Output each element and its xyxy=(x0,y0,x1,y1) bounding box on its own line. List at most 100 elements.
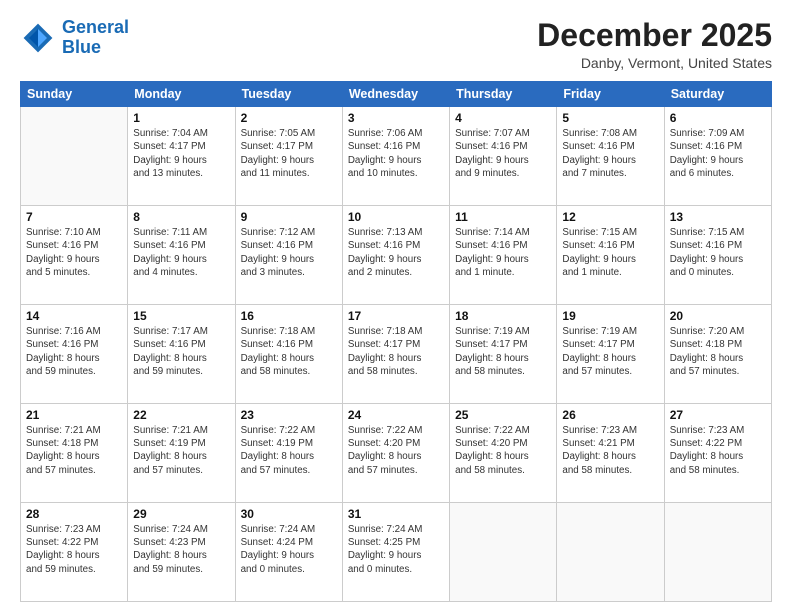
calendar-header-row: Sunday Monday Tuesday Wednesday Thursday… xyxy=(21,82,772,107)
calendar-cell: 26 Sunrise: 7:23 AM Sunset: 4:21 PM Dayli… xyxy=(557,404,664,503)
calendar-cell: 19 Sunrise: 7:19 AM Sunset: 4:17 PM Dayli… xyxy=(557,305,664,404)
cell-info: Sunrise: 7:22 AM Sunset: 4:20 PM Dayligh… xyxy=(348,424,444,477)
cell-info: Sunrise: 7:16 AM Sunset: 4:16 PM Dayligh… xyxy=(26,325,122,378)
calendar-cell: 1Sunrise: 7:04 AM Sunset: 4:17 PM Daylig… xyxy=(128,107,235,206)
cell-info: Sunrise: 7:23 AM Sunset: 4:22 PM Dayligh… xyxy=(26,523,122,576)
day-number: 9 xyxy=(241,210,337,224)
header-thursday: Thursday xyxy=(450,82,557,107)
cell-info: Sunrise: 7:23 AM Sunset: 4:21 PM Dayligh… xyxy=(562,424,658,477)
cell-info: Sunrise: 7:12 AM Sunset: 4:16 PM Dayligh… xyxy=(241,226,337,279)
calendar-cell: 15 Sunrise: 7:17 AM Sunset: 4:16 PM Dayli… xyxy=(128,305,235,404)
calendar-cell xyxy=(557,503,664,602)
calendar-cell: 11 Sunrise: 7:14 AM Sunset: 4:16 PM Dayli… xyxy=(450,206,557,305)
cell-info: Sunrise: 7:08 AM Sunset: 4:16 PM Dayligh… xyxy=(562,127,658,180)
calendar-cell: 6 Sunrise: 7:09 AM Sunset: 4:16 PM Daylig… xyxy=(664,107,771,206)
calendar-week-4: 21 Sunrise: 7:21 AM Sunset: 4:18 PM Dayli… xyxy=(21,404,772,503)
calendar-cell: 25 Sunrise: 7:22 AM Sunset: 4:20 PM Dayli… xyxy=(450,404,557,503)
day-number: 7 xyxy=(26,210,122,224)
cell-info: Sunrise: 7:22 AM Sunset: 4:20 PM Dayligh… xyxy=(455,424,551,477)
location: Danby, Vermont, United States xyxy=(537,55,772,71)
cell-info: Sunrise: 7:17 AM Sunset: 4:16 PM Dayligh… xyxy=(133,325,229,378)
cell-info: Sunrise: 7:21 AM Sunset: 4:19 PM Dayligh… xyxy=(133,424,229,477)
calendar-week-5: 28 Sunrise: 7:23 AM Sunset: 4:22 PM Dayli… xyxy=(21,503,772,602)
calendar-cell xyxy=(21,107,128,206)
day-number: 23 xyxy=(241,408,337,422)
day-number: 11 xyxy=(455,210,551,224)
logo: General Blue xyxy=(20,18,129,58)
calendar-cell: 29 Sunrise: 7:24 AM Sunset: 4:23 PM Dayli… xyxy=(128,503,235,602)
cell-info: Sunrise: 7:23 AM Sunset: 4:22 PM Dayligh… xyxy=(670,424,766,477)
calendar-week-3: 14 Sunrise: 7:16 AM Sunset: 4:16 PM Dayli… xyxy=(21,305,772,404)
calendar-cell: 23 Sunrise: 7:22 AM Sunset: 4:19 PM Dayli… xyxy=(235,404,342,503)
calendar-cell: 31Sunrise: 7:24 AM Sunset: 4:25 PM Dayli… xyxy=(342,503,449,602)
day-number: 18 xyxy=(455,309,551,323)
calendar-cell: 14 Sunrise: 7:16 AM Sunset: 4:16 PM Dayli… xyxy=(21,305,128,404)
calendar: Sunday Monday Tuesday Wednesday Thursday… xyxy=(20,81,772,602)
header-monday: Monday xyxy=(128,82,235,107)
calendar-cell: 5 Sunrise: 7:08 AM Sunset: 4:16 PM Daylig… xyxy=(557,107,664,206)
calendar-cell: 20Sunrise: 7:20 AM Sunset: 4:18 PM Dayli… xyxy=(664,305,771,404)
day-number: 17 xyxy=(348,309,444,323)
cell-info: Sunrise: 7:20 AM Sunset: 4:18 PM Dayligh… xyxy=(670,325,766,378)
day-number: 25 xyxy=(455,408,551,422)
calendar-cell: 3Sunrise: 7:06 AM Sunset: 4:16 PM Daylig… xyxy=(342,107,449,206)
cell-info: Sunrise: 7:14 AM Sunset: 4:16 PM Dayligh… xyxy=(455,226,551,279)
cell-info: Sunrise: 7:09 AM Sunset: 4:16 PM Dayligh… xyxy=(670,127,766,180)
page: General Blue December 2025 Danby, Vermon… xyxy=(0,0,792,612)
title-block: December 2025 Danby, Vermont, United Sta… xyxy=(537,18,772,71)
header-saturday: Saturday xyxy=(664,82,771,107)
cell-info: Sunrise: 7:15 AM Sunset: 4:16 PM Dayligh… xyxy=(562,226,658,279)
cell-info: Sunrise: 7:06 AM Sunset: 4:16 PM Dayligh… xyxy=(348,127,444,180)
day-number: 15 xyxy=(133,309,229,323)
calendar-cell: 27Sunrise: 7:23 AM Sunset: 4:22 PM Dayli… xyxy=(664,404,771,503)
cell-info: Sunrise: 7:11 AM Sunset: 4:16 PM Dayligh… xyxy=(133,226,229,279)
day-number: 19 xyxy=(562,309,658,323)
cell-info: Sunrise: 7:18 AM Sunset: 4:17 PM Dayligh… xyxy=(348,325,444,378)
cell-info: Sunrise: 7:18 AM Sunset: 4:16 PM Dayligh… xyxy=(241,325,337,378)
logo-text: General Blue xyxy=(62,18,129,58)
day-number: 13 xyxy=(670,210,766,224)
day-number: 1 xyxy=(133,111,229,125)
calendar-cell: 21 Sunrise: 7:21 AM Sunset: 4:18 PM Dayli… xyxy=(21,404,128,503)
cell-info: Sunrise: 7:21 AM Sunset: 4:18 PM Dayligh… xyxy=(26,424,122,477)
calendar-cell: 9 Sunrise: 7:12 AM Sunset: 4:16 PM Daylig… xyxy=(235,206,342,305)
day-number: 16 xyxy=(241,309,337,323)
day-number: 28 xyxy=(26,507,122,521)
month-title: December 2025 xyxy=(537,18,772,53)
day-number: 31 xyxy=(348,507,444,521)
day-number: 8 xyxy=(133,210,229,224)
logo-icon xyxy=(20,20,56,56)
day-number: 29 xyxy=(133,507,229,521)
cell-info: Sunrise: 7:19 AM Sunset: 4:17 PM Dayligh… xyxy=(562,325,658,378)
calendar-cell: 7 Sunrise: 7:10 AM Sunset: 4:16 PM Daylig… xyxy=(21,206,128,305)
calendar-cell: 17 Sunrise: 7:18 AM Sunset: 4:17 PM Dayli… xyxy=(342,305,449,404)
cell-info: Sunrise: 7:05 AM Sunset: 4:17 PM Dayligh… xyxy=(241,127,337,180)
logo-blue: Blue xyxy=(62,37,101,57)
calendar-cell: 16 Sunrise: 7:18 AM Sunset: 4:16 PM Dayli… xyxy=(235,305,342,404)
day-number: 30 xyxy=(241,507,337,521)
day-number: 14 xyxy=(26,309,122,323)
calendar-cell: 2 Sunrise: 7:05 AM Sunset: 4:17 PM Daylig… xyxy=(235,107,342,206)
logo-general: General xyxy=(62,17,129,37)
day-number: 24 xyxy=(348,408,444,422)
day-number: 6 xyxy=(670,111,766,125)
day-number: 2 xyxy=(241,111,337,125)
header-sunday: Sunday xyxy=(21,82,128,107)
calendar-cell: 12 Sunrise: 7:15 AM Sunset: 4:16 PM Dayli… xyxy=(557,206,664,305)
day-number: 26 xyxy=(562,408,658,422)
calendar-week-2: 7 Sunrise: 7:10 AM Sunset: 4:16 PM Daylig… xyxy=(21,206,772,305)
calendar-cell xyxy=(450,503,557,602)
cell-info: Sunrise: 7:24 AM Sunset: 4:23 PM Dayligh… xyxy=(133,523,229,576)
day-number: 5 xyxy=(562,111,658,125)
calendar-cell: 30 Sunrise: 7:24 AM Sunset: 4:24 PM Dayli… xyxy=(235,503,342,602)
day-number: 12 xyxy=(562,210,658,224)
header-friday: Friday xyxy=(557,82,664,107)
cell-info: Sunrise: 7:24 AM Sunset: 4:24 PM Dayligh… xyxy=(241,523,337,576)
cell-info: Sunrise: 7:19 AM Sunset: 4:17 PM Dayligh… xyxy=(455,325,551,378)
day-number: 21 xyxy=(26,408,122,422)
calendar-week-1: 1Sunrise: 7:04 AM Sunset: 4:17 PM Daylig… xyxy=(21,107,772,206)
day-number: 10 xyxy=(348,210,444,224)
cell-info: Sunrise: 7:15 AM Sunset: 4:16 PM Dayligh… xyxy=(670,226,766,279)
cell-info: Sunrise: 7:22 AM Sunset: 4:19 PM Dayligh… xyxy=(241,424,337,477)
cell-info: Sunrise: 7:10 AM Sunset: 4:16 PM Dayligh… xyxy=(26,226,122,279)
